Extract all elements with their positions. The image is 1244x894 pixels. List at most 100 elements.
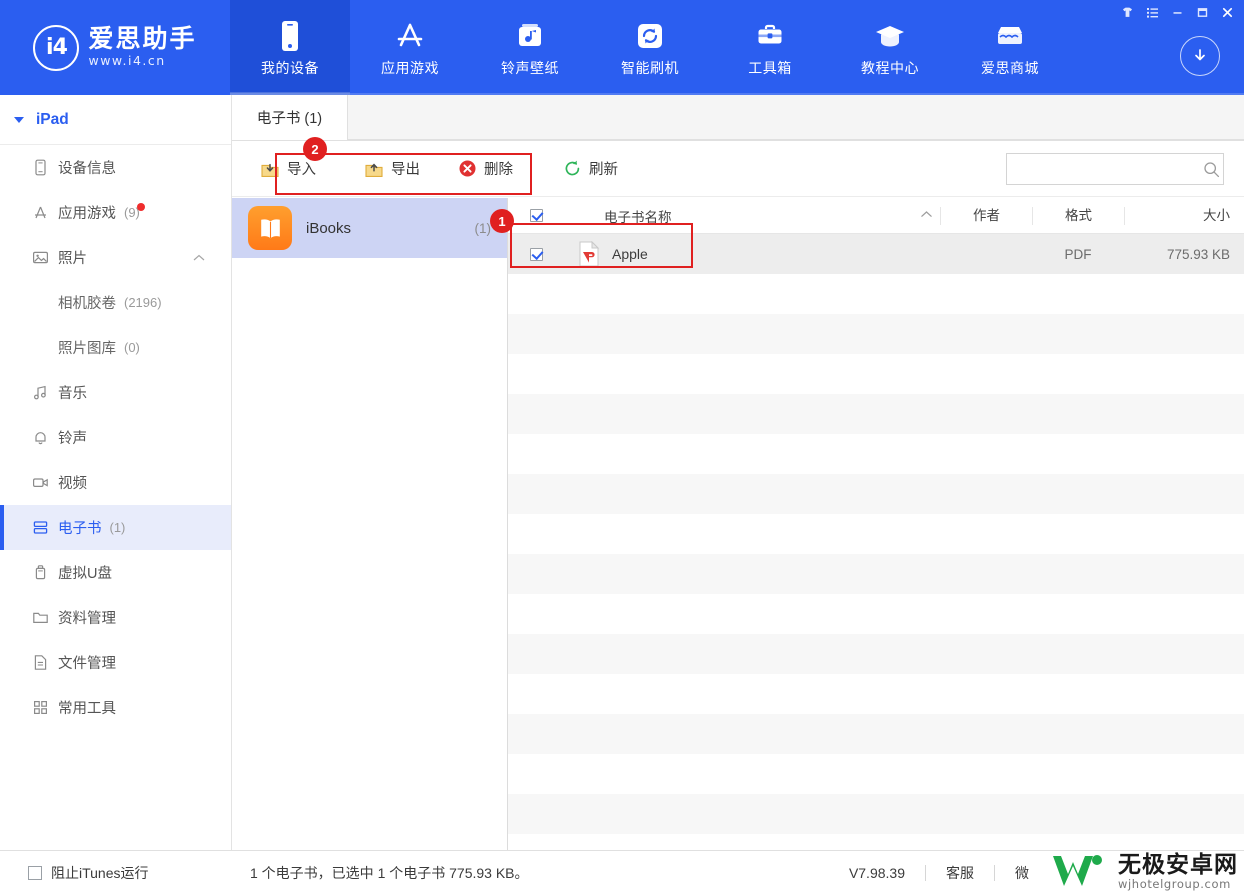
table-row-empty — [508, 394, 1244, 434]
table-row-empty — [508, 754, 1244, 794]
close-icon[interactable] — [1215, 2, 1240, 22]
sidebar-item-device-info[interactable]: 设备信息 — [0, 145, 231, 190]
column-header-size[interactable]: 大小 — [1124, 206, 1244, 225]
brand-logo[interactable]: i4 爱思助手 www.i4.cn — [0, 0, 230, 95]
nav-item-tutorial-center[interactable]: 教程中心 — [830, 0, 950, 95]
nav-item-shop[interactable]: 爱思商城 — [950, 0, 1070, 95]
annotation-badge-2: 2 — [303, 137, 327, 161]
nav-label: 教程中心 — [861, 59, 919, 76]
table-row-empty — [508, 434, 1244, 474]
sidebar-item-label: 文件管理 — [58, 656, 116, 672]
bell-icon — [32, 429, 58, 446]
row-checkbox[interactable] — [508, 247, 564, 261]
divider — [994, 864, 995, 881]
appstore-icon — [32, 204, 58, 221]
i4-assistant-window: i4 爱思助手 www.i4.cn 我的设备 应用游戏 铃声壁纸 智能刷机 工具… — [0, 0, 1244, 894]
appstore-icon — [394, 18, 426, 54]
export-button[interactable]: 导出 — [354, 153, 430, 185]
minimize-icon[interactable] — [1165, 2, 1190, 22]
sidebar-item-app-games[interactable]: 应用游戏 (9) — [0, 190, 231, 235]
notification-dot — [136, 202, 145, 211]
shop-icon — [994, 18, 1026, 54]
sidebar-item-label: 常用工具 — [58, 701, 116, 717]
delete-button[interactable]: 删除 — [448, 153, 523, 185]
pdf-icon — [578, 240, 600, 267]
file-icon — [32, 654, 58, 671]
column-header-format[interactable]: 格式 — [1032, 206, 1124, 225]
weibo-link[interactable]: 微 — [1015, 863, 1029, 883]
sidebar-item-photo-library[interactable]: 照片图库 (0) — [0, 325, 231, 370]
skin-icon[interactable] — [1115, 2, 1140, 22]
table-row-empty — [508, 354, 1244, 394]
app-item-count: (1) — [474, 220, 492, 236]
nav-item-app-games[interactable]: 应用游戏 — [350, 0, 470, 95]
sidebar-item-label: 音乐 — [58, 386, 87, 402]
version-label: V7.98.39 — [848, 864, 905, 881]
sidebar-item-music[interactable]: 音乐 — [0, 370, 231, 415]
sidebar-item-file-management[interactable]: 文件管理 — [0, 640, 231, 685]
support-link[interactable]: 客服 — [946, 863, 974, 883]
table-row-empty — [508, 634, 1244, 674]
tab-ebook[interactable]: 电子书 (1) — [232, 95, 348, 140]
sidebar-item-count: (1) — [109, 520, 126, 535]
sidebar-item-video[interactable]: 视频 — [0, 460, 231, 505]
device-name-label: iPad — [36, 110, 69, 128]
select-all-checkbox[interactable] — [508, 209, 564, 222]
search-box[interactable] — [1006, 153, 1224, 185]
download-icon[interactable] — [1180, 36, 1220, 76]
device-icon — [278, 18, 302, 54]
sidebar-item-label: 设备信息 — [58, 161, 116, 177]
ibooks-icon — [248, 206, 292, 250]
logo-mark-text: i4 — [46, 35, 68, 60]
sidebar-item-virtual-usb[interactable]: 虚拟U盘 — [0, 550, 231, 595]
nav-label: 应用游戏 — [381, 59, 439, 76]
sidebar-item-common-tools[interactable]: 常用工具 — [0, 685, 231, 730]
annotation-badge-1: 1 — [490, 209, 514, 233]
nav-items: 我的设备 应用游戏 铃声壁纸 智能刷机 工具箱 教程中心 爱思商城 — [230, 0, 1070, 95]
device-selector[interactable]: iPad — [0, 95, 231, 145]
tab-strip-filler — [348, 95, 1244, 140]
nav-label: 爱思商城 — [981, 59, 1039, 76]
import-button-label: 导入 — [287, 162, 316, 178]
sidebar-item-label: 相机胶卷 — [58, 296, 116, 312]
app-item-ibooks[interactable]: iBooks (1) — [232, 198, 507, 258]
refresh-button[interactable]: 刷新 — [553, 153, 628, 185]
search-icon[interactable] — [1199, 161, 1223, 178]
main-panel: 电子书 (1) 导入 导出 删除 刷新 iBooks (1) 电子书名称 作者 … — [232, 95, 1244, 850]
sidebar-item-label: 虚拟U盘 — [58, 566, 112, 582]
watermark-title: 无极安卓网 — [1118, 850, 1238, 877]
sidebar-item-camera-roll[interactable]: 相机胶卷 (2196) — [0, 280, 231, 325]
export-icon — [364, 159, 384, 179]
row-size-cell: 775.93 KB — [1166, 246, 1230, 262]
table-row[interactable]: Apple PDF 775.93 KB — [508, 234, 1244, 274]
device-info-icon — [32, 159, 58, 176]
menu-icon[interactable] — [1140, 2, 1165, 22]
toolbar: 导入 导出 删除 刷新 — [232, 141, 1244, 197]
app-item-label: iBooks — [306, 219, 352, 237]
sort-ascending-icon[interactable] — [912, 210, 940, 222]
import-icon — [260, 159, 280, 179]
watermark: 无极安卓网 wjhotelgroup.com — [1050, 850, 1238, 892]
chevron-up-icon[interactable] — [193, 251, 205, 265]
checkbox-icon — [529, 209, 543, 222]
nav-label: 智能刷机 — [621, 59, 679, 76]
sidebar-item-photos[interactable]: 照片 — [0, 235, 231, 280]
nav-item-my-device[interactable]: 我的设备 — [230, 0, 350, 95]
block-itunes-toggle[interactable]: 阻止iTunes运行 — [0, 863, 232, 883]
sidebar-item-ebook[interactable]: 电子书 (1) — [0, 505, 231, 550]
column-header-author[interactable]: 作者 — [940, 206, 1032, 225]
usb-icon — [32, 564, 58, 581]
sidebar-item-ringtone[interactable]: 铃声 — [0, 415, 231, 460]
maximize-icon[interactable] — [1190, 2, 1215, 22]
nav-item-toolbox[interactable]: 工具箱 — [710, 0, 830, 95]
sidebar-item-data-management[interactable]: 资料管理 — [0, 595, 231, 640]
column-header-name[interactable]: 电子书名称 — [564, 206, 912, 226]
table-row-empty — [508, 554, 1244, 594]
grid-icon — [32, 699, 58, 716]
nav-item-ringtone-wallpaper[interactable]: 铃声壁纸 — [470, 0, 590, 95]
nav-item-smart-flash[interactable]: 智能刷机 — [590, 0, 710, 95]
row-format-cell: PDF — [1064, 246, 1092, 262]
table-row-empty — [508, 714, 1244, 754]
ebook-icon — [32, 519, 58, 536]
search-input[interactable] — [1007, 154, 1199, 184]
